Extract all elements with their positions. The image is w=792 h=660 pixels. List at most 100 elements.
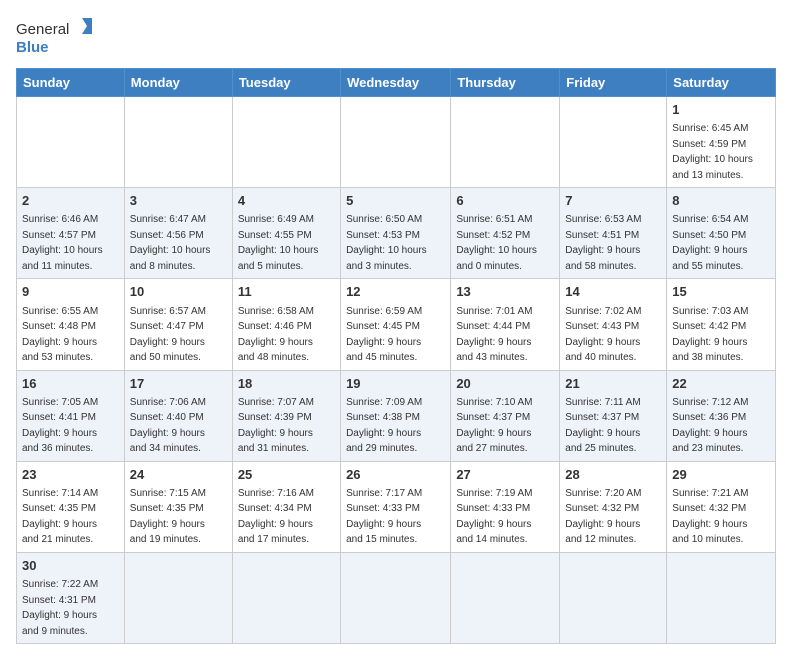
day-info: Sunrise: 7:22 AMSunset: 4:31 PMDaylight:…	[22, 579, 98, 637]
day-number: 13	[456, 283, 554, 301]
day-info: Sunrise: 6:54 AMSunset: 4:50 PMDaylight:…	[672, 214, 748, 272]
calendar-cell: 12 Sunrise: 6:59 AMSunset: 4:45 PMDayligh…	[341, 279, 451, 370]
day-number: 24	[130, 466, 227, 484]
day-number: 4	[238, 192, 335, 210]
calendar-cell	[667, 552, 776, 643]
calendar-cell: 2Sunrise: 6:46 AMSunset: 4:57 PMDaylight…	[17, 188, 125, 279]
day-info: Sunrise: 6:47 AMSunset: 4:56 PMDaylight:…	[130, 214, 211, 272]
day-number: 21	[565, 375, 661, 393]
weekday-header-thursday: Thursday	[451, 69, 560, 97]
day-number: 25	[238, 466, 335, 484]
calendar-cell: 24 Sunrise: 7:15 AMSunset: 4:35 PMDayligh…	[124, 461, 232, 552]
calendar-cell: 13 Sunrise: 7:01 AMSunset: 4:44 PMDayligh…	[451, 279, 560, 370]
calendar-cell: 9 Sunrise: 6:55 AMSunset: 4:48 PMDaylight…	[17, 279, 125, 370]
calendar-cell: 17Sunrise: 7:06 AMSunset: 4:40 PMDayligh…	[124, 370, 232, 461]
calendar-cell	[451, 552, 560, 643]
calendar-week-1: 1Sunrise: 6:45 AMSunset: 4:59 PMDaylight…	[17, 97, 776, 188]
day-number: 27	[456, 466, 554, 484]
day-info: Sunrise: 6:59 AMSunset: 4:45 PMDaylight:…	[346, 306, 422, 364]
calendar-cell: 27Sunrise: 7:19 AMSunset: 4:33 PMDayligh…	[451, 461, 560, 552]
day-info: Sunrise: 6:51 AMSunset: 4:52 PMDaylight:…	[456, 214, 537, 272]
calendar-cell: 22 Sunrise: 7:12 AMSunset: 4:36 PMDayligh…	[667, 370, 776, 461]
day-number: 30	[22, 557, 119, 575]
day-number: 3	[130, 192, 227, 210]
day-number: 16	[22, 375, 119, 393]
calendar-week-5: 23 Sunrise: 7:14 AMSunset: 4:35 PMDayligh…	[17, 461, 776, 552]
calendar-cell: 28 Sunrise: 7:20 AMSunset: 4:32 PMDayligh…	[560, 461, 667, 552]
calendar-cell: 16 Sunrise: 7:05 AMSunset: 4:41 PMDayligh…	[17, 370, 125, 461]
calendar-cell	[560, 552, 667, 643]
calendar-cell: 5Sunrise: 6:50 AMSunset: 4:53 PMDaylight…	[341, 188, 451, 279]
calendar-cell: 3 Sunrise: 6:47 AMSunset: 4:56 PMDaylight…	[124, 188, 232, 279]
weekday-header-saturday: Saturday	[667, 69, 776, 97]
calendar-cell: 21 Sunrise: 7:11 AMSunset: 4:37 PMDayligh…	[560, 370, 667, 461]
calendar-cell: 19Sunrise: 7:09 AMSunset: 4:38 PMDayligh…	[341, 370, 451, 461]
day-info: Sunrise: 7:03 AMSunset: 4:42 PMDaylight:…	[672, 306, 748, 364]
day-number: 29	[672, 466, 770, 484]
day-number: 28	[565, 466, 661, 484]
svg-text:Blue: Blue	[16, 39, 49, 56]
day-number: 20	[456, 375, 554, 393]
svg-text:General: General	[16, 21, 69, 38]
day-info: Sunrise: 7:12 AMSunset: 4:36 PMDaylight:…	[672, 397, 748, 455]
day-info: Sunrise: 7:17 AMSunset: 4:33 PMDaylight:…	[346, 488, 422, 546]
day-info: Sunrise: 7:11 AMSunset: 4:37 PMDaylight:…	[565, 397, 640, 455]
day-info: Sunrise: 7:21 AMSunset: 4:32 PMDaylight:…	[672, 488, 748, 546]
calendar-cell	[124, 97, 232, 188]
calendar-cell: 1Sunrise: 6:45 AMSunset: 4:59 PMDaylight…	[667, 97, 776, 188]
day-number: 26	[346, 466, 445, 484]
day-info: Sunrise: 6:58 AMSunset: 4:46 PMDaylight:…	[238, 306, 314, 364]
weekday-header-row: SundayMondayTuesdayWednesdayThursdayFrid…	[17, 69, 776, 97]
calendar-table: SundayMondayTuesdayWednesdayThursdayFrid…	[16, 68, 776, 644]
day-number: 9	[22, 283, 119, 301]
calendar-cell	[232, 97, 340, 188]
calendar-cell: 23 Sunrise: 7:14 AMSunset: 4:35 PMDayligh…	[17, 461, 125, 552]
calendar-cell: 14Sunrise: 7:02 AMSunset: 4:43 PMDayligh…	[560, 279, 667, 370]
calendar-cell: 30 Sunrise: 7:22 AMSunset: 4:31 PMDayligh…	[17, 552, 125, 643]
calendar-cell	[451, 97, 560, 188]
calendar-cell: 7 Sunrise: 6:53 AMSunset: 4:51 PMDaylight…	[560, 188, 667, 279]
calendar-cell	[341, 552, 451, 643]
day-info: Sunrise: 7:20 AMSunset: 4:32 PMDaylight:…	[565, 488, 641, 546]
day-info: Sunrise: 6:53 AMSunset: 4:51 PMDaylight:…	[565, 214, 641, 272]
day-number: 8	[672, 192, 770, 210]
calendar-cell: 29 Sunrise: 7:21 AMSunset: 4:32 PMDayligh…	[667, 461, 776, 552]
calendar-cell: 8 Sunrise: 6:54 AMSunset: 4:50 PMDaylight…	[667, 188, 776, 279]
calendar-week-6: 30 Sunrise: 7:22 AMSunset: 4:31 PMDayligh…	[17, 552, 776, 643]
weekday-header-tuesday: Tuesday	[232, 69, 340, 97]
day-info: Sunrise: 6:57 AMSunset: 4:47 PMDaylight:…	[130, 306, 206, 364]
calendar-week-4: 16 Sunrise: 7:05 AMSunset: 4:41 PMDayligh…	[17, 370, 776, 461]
calendar-cell: 6Sunrise: 6:51 AMSunset: 4:52 PMDaylight…	[451, 188, 560, 279]
calendar-cell: 4 Sunrise: 6:49 AMSunset: 4:55 PMDaylight…	[232, 188, 340, 279]
day-info: Sunrise: 6:45 AMSunset: 4:59 PMDaylight:…	[672, 123, 753, 181]
logo: General Blue	[16, 16, 96, 58]
generalblue-logo-icon: General Blue	[16, 16, 96, 58]
day-info: Sunrise: 6:50 AMSunset: 4:53 PMDaylight:…	[346, 214, 427, 272]
weekday-header-wednesday: Wednesday	[341, 69, 451, 97]
weekday-header-friday: Friday	[560, 69, 667, 97]
calendar-week-3: 9 Sunrise: 6:55 AMSunset: 4:48 PMDaylight…	[17, 279, 776, 370]
calendar-cell: 15Sunrise: 7:03 AMSunset: 4:42 PMDayligh…	[667, 279, 776, 370]
weekday-header-sunday: Sunday	[17, 69, 125, 97]
page-header: General Blue	[16, 16, 776, 58]
day-number: 17	[130, 375, 227, 393]
day-info: Sunrise: 7:09 AMSunset: 4:38 PMDaylight:…	[346, 397, 422, 455]
day-number: 7	[565, 192, 661, 210]
day-info: Sunrise: 7:01 AMSunset: 4:44 PMDaylight:…	[456, 306, 532, 364]
calendar-cell	[560, 97, 667, 188]
day-info: Sunrise: 6:46 AMSunset: 4:57 PMDaylight:…	[22, 214, 103, 272]
day-info: Sunrise: 7:15 AMSunset: 4:35 PMDaylight:…	[130, 488, 206, 546]
calendar-cell: 25Sunrise: 7:16 AMSunset: 4:34 PMDayligh…	[232, 461, 340, 552]
day-info: Sunrise: 6:49 AMSunset: 4:55 PMDaylight:…	[238, 214, 319, 272]
day-number: 12	[346, 283, 445, 301]
day-info: Sunrise: 6:55 AMSunset: 4:48 PMDaylight:…	[22, 306, 98, 364]
calendar-cell: 20Sunrise: 7:10 AMSunset: 4:37 PMDayligh…	[451, 370, 560, 461]
day-info: Sunrise: 7:14 AMSunset: 4:35 PMDaylight:…	[22, 488, 98, 546]
calendar-cell: 10Sunrise: 6:57 AMSunset: 4:47 PMDayligh…	[124, 279, 232, 370]
day-number: 23	[22, 466, 119, 484]
weekday-header-monday: Monday	[124, 69, 232, 97]
day-info: Sunrise: 7:05 AMSunset: 4:41 PMDaylight:…	[22, 397, 98, 455]
calendar-week-2: 2Sunrise: 6:46 AMSunset: 4:57 PMDaylight…	[17, 188, 776, 279]
day-number: 22	[672, 375, 770, 393]
calendar-cell	[232, 552, 340, 643]
